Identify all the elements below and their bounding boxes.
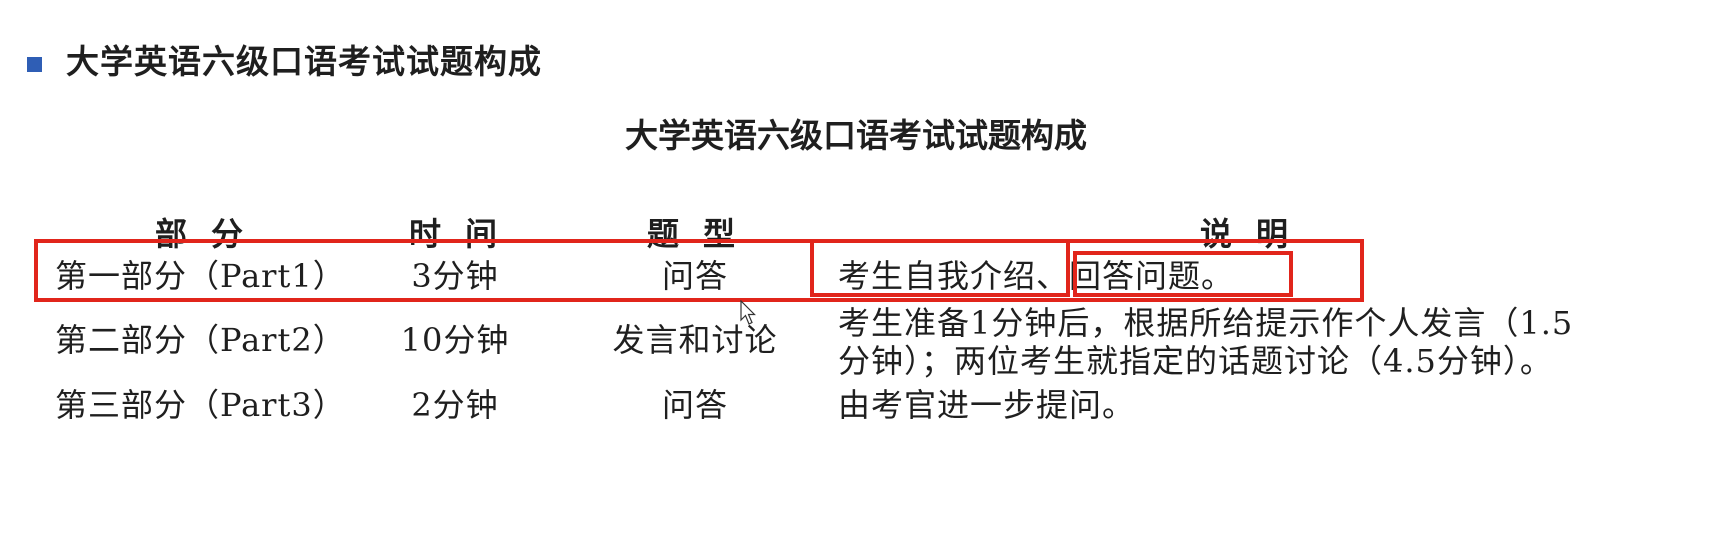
header-type: 题型	[646, 215, 759, 253]
row1-part: 第一部分（Part1）	[55, 257, 346, 295]
row2-part: 第二部分（Part2）	[55, 321, 346, 359]
header-time: 时间	[408, 215, 521, 253]
row2-desc: 考生准备1分钟后，根据所给提示作个人发言（1.5 分钟）；两位考生就指定的话题讨…	[838, 304, 1618, 380]
row3-type: 问答	[661, 386, 728, 424]
page-heading: 大学英语六级口语考试试题构成	[66, 42, 542, 81]
heading-bullet-icon	[27, 57, 42, 72]
row2-type: 发言和讨论	[612, 321, 778, 359]
row3-part: 第三部分（Part3）	[55, 386, 346, 424]
header-desc: 说明	[1200, 215, 1313, 253]
row1-desc: 考生自我介绍、回答问题。	[838, 257, 1235, 295]
mouse-cursor-icon	[740, 300, 756, 325]
table-title: 大学英语六级口语考试试题构成	[625, 116, 1087, 155]
row2-time: 10分钟	[400, 321, 510, 359]
row3-time: 2分钟	[411, 386, 499, 424]
row2-desc-line1: 考生准备1分钟后，根据所给提示作个人发言（1.5	[838, 304, 1574, 342]
row2-desc-line2: 分钟）；两位考生就指定的话题讨论（4.5分钟）。	[838, 342, 1553, 380]
row1-time: 3分钟	[411, 257, 499, 295]
row1-type: 问答	[661, 257, 728, 295]
row3-desc: 由考官进一步提问。	[838, 386, 1136, 424]
